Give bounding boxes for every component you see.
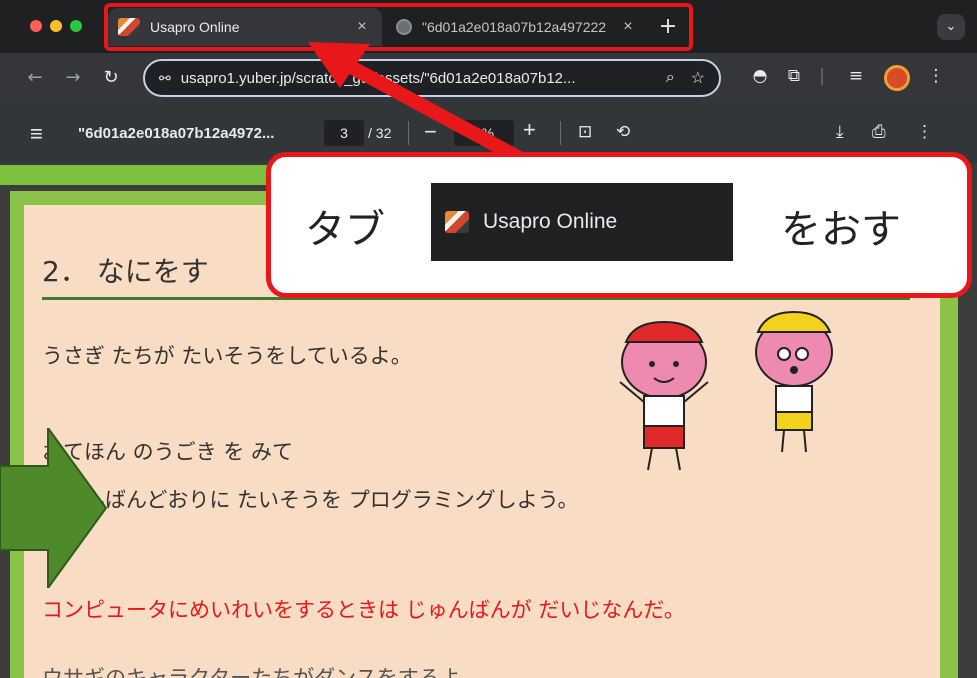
download-icon[interactable]: ⤓ <box>836 122 844 142</box>
body-text-line: ウサギのキャラクターたちがダンスをするよ <box>42 666 461 678</box>
site-settings-icon[interactable]: ⚯ <box>159 70 171 87</box>
menu-icon[interactable]: ≡ <box>30 121 43 147</box>
callout-text: をおす <box>781 207 901 253</box>
maximize-window-button[interactable] <box>70 20 82 32</box>
rotate-icon[interactable]: ⟲ <box>616 122 630 142</box>
body-text-line: うさぎ たちが たいそうをしているよ。 <box>42 344 412 368</box>
star-icon[interactable]: ☆ <box>691 68 705 88</box>
body-text-line: じゅんばんどおりに たいそうを プログラミングしよう。 <box>42 488 579 512</box>
callout-text: タブ <box>305 207 385 253</box>
divider: | <box>819 66 825 86</box>
fit-page-icon[interactable]: ⊡ <box>578 122 592 142</box>
zoom-icon[interactable]: ⌕ <box>666 69 675 87</box>
usapro-favicon-icon <box>445 211 469 233</box>
callout-tab-label: Usapro Online <box>483 210 618 233</box>
tab-search-button[interactable]: ⌄ <box>937 14 965 40</box>
divider <box>560 121 561 145</box>
section-heading: 2． なにをす <box>42 255 209 288</box>
minimize-window-button[interactable] <box>50 20 62 32</box>
reload-icon[interactable]: ↻ <box>100 67 122 88</box>
important-note: コンピュータにめいれいをするときは じゅんばんが だいじなんだ。 <box>42 598 685 622</box>
media-icon[interactable]: ≡ <box>844 66 868 86</box>
forward-icon[interactable]: → <box>62 67 84 88</box>
profile-icon[interactable] <box>884 65 910 91</box>
green-arrow-icon <box>0 428 108 588</box>
instruction-callout: タブ Usapro Online をおす <box>266 152 972 298</box>
kebab-menu-icon[interactable]: ⋮ <box>924 66 948 86</box>
print-icon[interactable]: ⎙ <box>872 122 886 142</box>
bunny-characters-illustration <box>619 310 833 471</box>
close-window-button[interactable] <box>30 20 42 32</box>
kebab-menu-icon[interactable]: ⋮ <box>916 122 933 142</box>
pdf-title: "6d01a2e018a07b12a4972... <box>78 125 275 142</box>
tab-highlight-frame <box>104 3 693 51</box>
puzzle-icon[interactable]: ⧉ <box>782 66 806 86</box>
extension-icon[interactable]: ◓ <box>748 66 772 86</box>
back-icon[interactable]: ← <box>24 67 46 88</box>
callout-tab-preview: Usapro Online <box>431 183 733 261</box>
